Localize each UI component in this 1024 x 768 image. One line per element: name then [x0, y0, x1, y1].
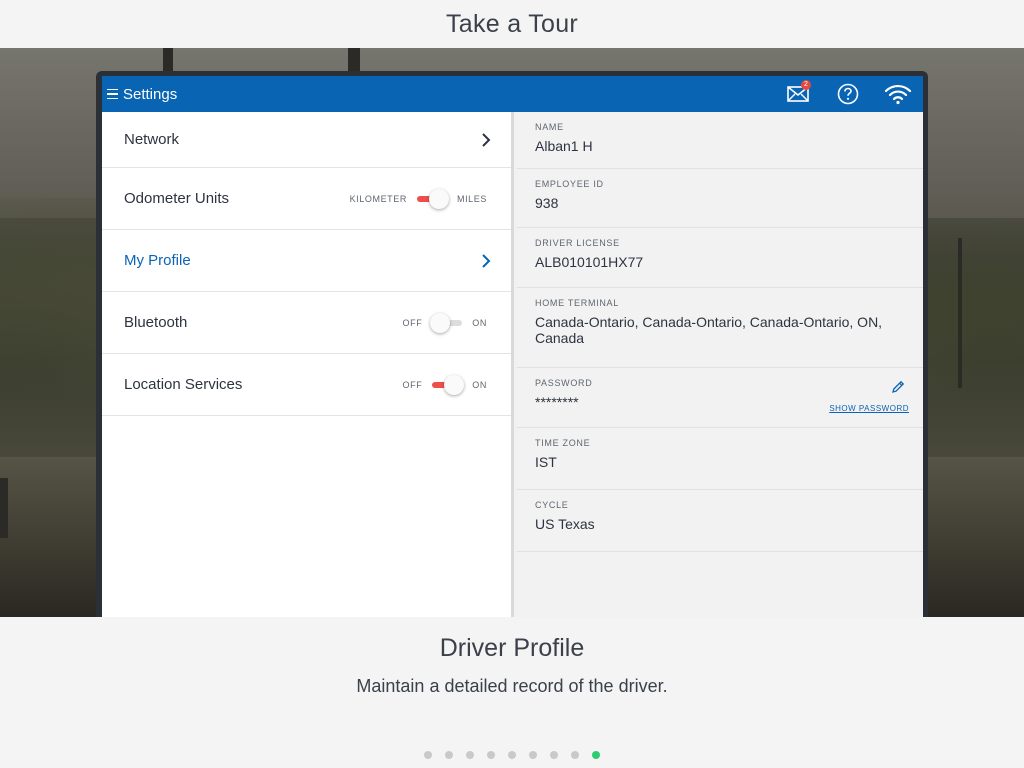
- app-bar: Settings 2: [102, 76, 923, 112]
- pagination-dot[interactable]: [529, 751, 537, 759]
- field-label: TIME ZONE: [535, 438, 591, 448]
- tour-header: Take a Tour: [0, 0, 1024, 48]
- chevron-right-icon: [482, 132, 491, 147]
- field-label: CYCLE: [535, 500, 569, 510]
- field-label: HOME TERMINAL: [535, 298, 619, 308]
- setting-network[interactable]: Network: [102, 112, 511, 168]
- pagination-dot[interactable]: [508, 751, 516, 759]
- setting-network-label: Network: [124, 131, 180, 148]
- pagination-dot[interactable]: [592, 751, 600, 759]
- location-on-label: ON: [472, 379, 487, 390]
- profile-field-time-zone: TIME ZONE IST: [517, 428, 923, 490]
- mail-badge: 2: [801, 80, 811, 90]
- setting-my-profile-label: My Profile: [124, 252, 191, 269]
- field-value: ALB010101HX77: [535, 254, 644, 270]
- pagination-dot[interactable]: [424, 751, 432, 759]
- field-value: US Texas: [535, 516, 595, 532]
- show-password-link[interactable]: SHOW PASSWORD: [829, 404, 909, 413]
- setting-bluetooth-label: Bluetooth: [124, 314, 188, 331]
- tour-caption: Driver Profile Maintain a detailed recor…: [0, 617, 1024, 768]
- pencil-icon[interactable]: [891, 380, 905, 394]
- field-value: Canada-Ontario, Canada-Ontario, Canada-O…: [535, 314, 883, 346]
- setting-odometer-units: Odometer Units KILOMETER MILES: [102, 168, 511, 230]
- setting-odometer-label: Odometer Units: [124, 190, 230, 207]
- slide-title: Driver Profile: [439, 634, 585, 662]
- setting-my-profile[interactable]: My Profile: [102, 230, 511, 292]
- field-label: EMPLOYEE ID: [535, 179, 604, 189]
- odometer-off-label: KILOMETER: [349, 193, 407, 204]
- chevron-right-icon: [482, 253, 491, 268]
- field-value: IST: [535, 454, 557, 470]
- tour-title: Take a Tour: [445, 9, 579, 38]
- profile-field-employee-id: EMPLOYEE ID 938: [517, 169, 923, 228]
- help-button[interactable]: [823, 76, 873, 112]
- wifi-button[interactable]: [873, 76, 923, 112]
- odometer-on-label: MILES: [456, 193, 487, 204]
- app-title: Settings: [123, 85, 178, 103]
- profile-details: NAME Alban1 H EMPLOYEE ID 938 DRIVER LIC…: [517, 112, 923, 617]
- pagination-dots: [0, 751, 1024, 759]
- field-value: 938: [535, 195, 559, 211]
- pagination-dot[interactable]: [466, 751, 474, 759]
- setting-location-services: Location Services OFF ON: [102, 354, 511, 416]
- slide-description: Maintain a detailed record of the driver…: [356, 676, 668, 696]
- bluetooth-off-label: OFF: [402, 317, 423, 328]
- odometer-toggle[interactable]: [415, 188, 449, 209]
- location-off-label: OFF: [402, 379, 423, 390]
- field-value: Alban1 H: [535, 138, 593, 154]
- wifi-icon: [884, 84, 912, 105]
- field-label: PASSWORD: [535, 378, 593, 388]
- pagination-dot[interactable]: [571, 751, 579, 759]
- pagination-dot[interactable]: [487, 751, 495, 759]
- setting-bluetooth: Bluetooth OFF ON: [102, 292, 511, 354]
- help-icon: [837, 83, 859, 105]
- profile-field-driver-license: DRIVER LICENSE ALB010101HX77: [517, 228, 923, 288]
- mail-button[interactable]: 2: [773, 76, 823, 112]
- bluetooth-on-label: ON: [472, 317, 487, 328]
- location-toggle[interactable]: [430, 374, 465, 395]
- setting-location-label: Location Services: [124, 376, 243, 393]
- pagination-dot[interactable]: [550, 751, 558, 759]
- field-label: NAME: [535, 122, 564, 132]
- profile-field-home-terminal: HOME TERMINAL Canada-Ontario, Canada-Ont…: [517, 288, 923, 368]
- menu-icon[interactable]: [102, 76, 122, 112]
- profile-field-cycle: CYCLE US Texas: [517, 490, 923, 552]
- field-label: DRIVER LICENSE: [535, 238, 620, 248]
- profile-field-name: NAME Alban1 H: [517, 112, 923, 169]
- settings-list: Network Odometer Units KILOMETER MILES M…: [102, 112, 514, 617]
- pagination-dot[interactable]: [445, 751, 453, 759]
- settings-app: Settings 2 Network Odometer Units KILOME…: [102, 76, 923, 617]
- bluetooth-toggle[interactable]: [430, 312, 464, 333]
- profile-field-password: PASSWORD ******** SHOW PASSWORD: [517, 368, 923, 428]
